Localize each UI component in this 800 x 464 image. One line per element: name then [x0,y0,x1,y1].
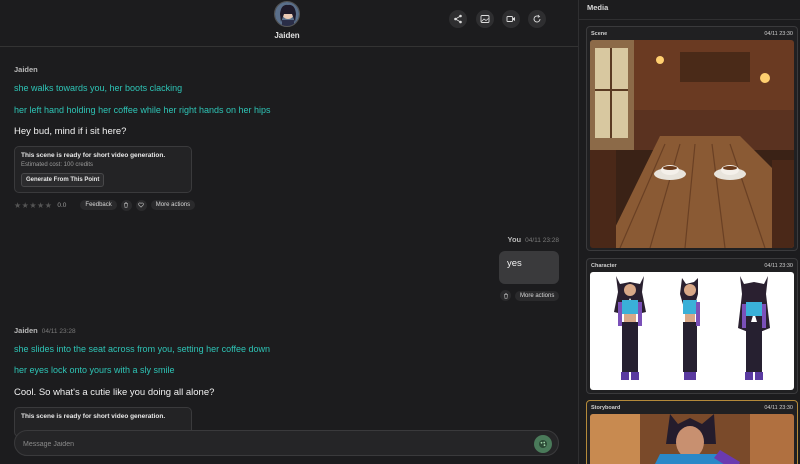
author-name: You [507,235,522,244]
share-button[interactable] [449,10,467,28]
refresh-icon [533,14,541,23]
storyboard-image [590,414,794,464]
media-card-scene[interactable]: Scene 04/11 23:30 [586,26,798,251]
card-title: This scene is ready for short video gene… [21,152,166,159]
message-input[interactable] [23,437,523,451]
image-button[interactable] [476,10,494,28]
rating-value: 0.0 [57,201,67,209]
send-button[interactable] [534,435,552,453]
chat-pane: Jaiden Jaiden she walks towards you, her… [0,0,578,464]
message-author: Jaiden 04/11 23:28 [14,326,76,335]
message-author: Jaiden [14,65,38,74]
more-actions-button[interactable]: More actions [150,200,196,210]
video-icon [506,16,515,22]
user-message-bubble: yes [499,251,559,284]
chat-header: Jaiden [0,0,578,47]
author-name: Jaiden [14,326,38,335]
user-message-text: yes [507,258,522,269]
media-title: Media [587,3,609,12]
character-sheet-image [590,272,794,390]
character-name: Jaiden [274,31,300,40]
media-card-storyboard[interactable]: Storyboard 04/11 23:30 [586,400,798,464]
scene-image [590,40,794,248]
author-name: Jaiden [14,65,38,74]
dialogue-line: Cool. So what's a cutie like you doing a… [14,387,215,398]
trash-icon [503,293,508,299]
media-timestamp: 04/11 23:30 [764,262,793,269]
like-button[interactable] [135,199,147,211]
timestamp: 04/11 23:28 [41,328,76,335]
narration-line: her left hand holding her coffee while h… [14,105,271,115]
divider [579,19,800,20]
more-actions-button[interactable]: More actions [515,290,560,301]
media-label: Scene [591,30,608,37]
narration-line: she slides into the seat across from you… [14,344,270,354]
delete-button[interactable] [120,199,132,211]
share-icon [454,14,462,24]
trash-icon [124,202,129,208]
delete-button[interactable] [500,290,511,301]
media-label: Character [591,262,617,269]
heart-icon [138,202,144,208]
video-generation-card: This scene is ready for short video gene… [14,146,192,193]
narration-line: she walks towards you, her boots clackin… [14,83,183,93]
media-timestamp: 04/11 23:30 [764,404,793,411]
timestamp: 04/11 23:28 [525,237,559,244]
video-button[interactable] [502,10,520,28]
refresh-button[interactable] [528,10,546,28]
image-icon [480,15,490,23]
estimated-cost: Estimated cost: 100 credits [21,162,94,168]
dialogue-line: Hey bud, mind if i sit here? [14,126,127,137]
media-pane: Media Scene 04/11 23:30 Character 04/11 … [579,0,800,464]
palette-icon [539,440,547,448]
media-timestamp: 04/11 23:30 [764,30,793,37]
card-title: This scene is ready for short video gene… [21,413,166,420]
message-actions: ★★★★★ 0.0 Feedback More actions [14,199,196,211]
star-rating[interactable]: ★★★★★ [14,201,52,210]
media-card-character[interactable]: Character 04/11 23:30 [586,258,798,394]
feedback-button[interactable]: Feedback [80,200,117,210]
media-label: Storyboard [591,404,621,411]
user-message-header: You 04/11 23:28 [508,235,559,244]
generate-from-point-button[interactable]: Generate From This Point [21,173,105,187]
character-avatar[interactable] [274,1,300,27]
narration-line: her eyes lock onto yours with a sly smil… [14,365,175,375]
user-message-actions: More actions [500,290,560,301]
message-composer [14,430,559,456]
